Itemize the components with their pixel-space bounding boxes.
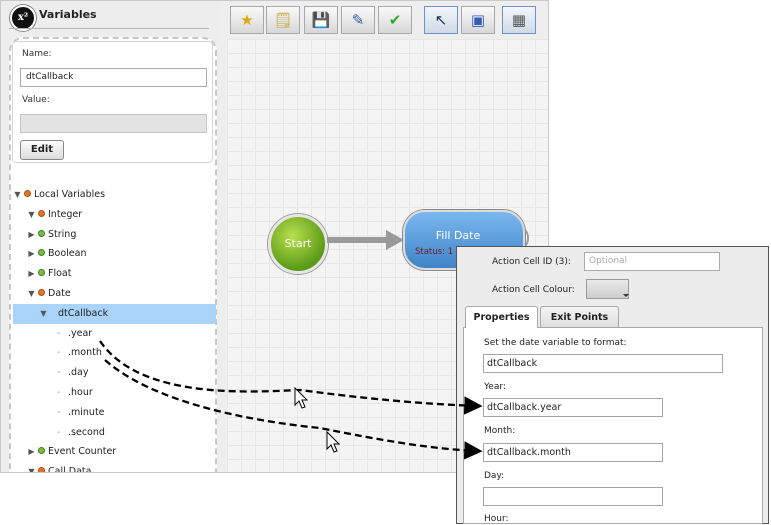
value-input [20,114,207,133]
expand-arrow-icon[interactable]: ▼ [39,304,48,324]
save-button[interactable]: 💾 [304,6,338,34]
tree-item-label: .month [68,347,102,359]
check-button[interactable]: ✔ [378,6,412,34]
tree-item[interactable]: ▶ Event Counter [11,442,216,462]
grid-icon: ▦ [511,11,527,29]
note-button[interactable]: 🗒 [266,6,300,34]
colour-dropdown-icon [623,294,629,297]
tree-item-label: dtCallback [58,307,109,319]
name-input[interactable]: dtCallback [20,68,207,87]
tree-item-label: .second [68,426,105,438]
select-box-icon: ▣ [470,11,486,29]
tree-item[interactable]: ▼ Date [11,284,216,304]
tree-leaf-connector: - [57,386,61,398]
start-node[interactable]: Start [268,214,328,274]
tree-leaf-connector: - [57,406,61,418]
tree-item-label: .hour [68,386,93,398]
tree-item-label: Integer [48,208,83,220]
year-label: Year: [484,382,506,392]
grid-button[interactable]: ▦ [502,6,536,34]
select-box-button[interactable]: ▣ [461,6,495,34]
variable-type-icon [38,288,45,296]
tree-item[interactable]: ▶ Boolean [11,244,216,264]
variable-type-icon [38,269,45,277]
save-icon: 💾 [311,11,331,29]
variable-type-icon [38,467,45,472]
expand-arrow-icon[interactable]: ▼ [13,185,22,205]
variable-type-icon [38,209,45,217]
day-input[interactable] [483,487,663,506]
tree-item-label: Float [48,268,72,280]
check-icon: ✔ [388,11,402,29]
tab-properties[interactable]: Properties [465,306,538,328]
set-date-label: Set the date variable to format: [484,338,627,348]
title-divider [9,28,209,29]
expand-arrow-icon[interactable]: ▼ [27,205,36,225]
action-cell-id-input[interactable]: Optional [584,252,720,271]
variable-type-icon [24,190,31,197]
collapse-arrow-icon[interactable]: ▶ [27,225,36,245]
tab-exit-points[interactable]: Exit Points [540,306,619,327]
tree-leaf-connector: - [57,327,61,339]
value-label: Value: [22,95,50,105]
expand-arrow-icon[interactable]: ▼ [27,284,36,304]
edit-button[interactable]: Edit [20,140,64,160]
connector-arrowhead [386,230,404,250]
tree-item[interactable]: - .second [11,423,216,443]
month-label: Month: [484,426,516,436]
tree-item-label: String [48,228,77,240]
tree-item-label: Call Data [48,466,92,473]
tree-leaf-connector: - [57,367,61,379]
tree-item[interactable]: - .month [11,343,216,363]
tree-item[interactable]: ▼ dtCallback [13,303,216,324]
action-cell-id-label: Action Cell ID (3): [492,257,571,267]
tree-item[interactable]: - .year [11,324,216,344]
fill-date-node-title: Fill Date [435,229,481,242]
star-button[interactable]: ★ [230,6,264,34]
panel-title: Variables [39,8,97,21]
collapse-arrow-icon[interactable]: ▶ [27,264,36,284]
expand-arrow-icon[interactable]: ▼ [27,462,36,472]
name-label: Name: [22,49,52,59]
variables-panel: x² Variables Name: dtCallback Value: Edi… [1,1,219,473]
variable-type-icon [38,229,45,237]
tree-item-label: Date [48,287,71,299]
tree-item-label: .minute [68,406,105,418]
variable-type-icon [38,447,45,455]
variable-type-icon [38,249,45,257]
tree-item-label: Event Counter [48,446,117,458]
edit-icon: ✎ [351,11,365,29]
variables-tree: ▼ Local Variables ▼ Integer ▶ String ▶ Boolean ▶… [11,185,216,473]
tree-item[interactable]: ▼ Call Data [11,462,216,473]
day-label: Day: [484,471,505,481]
star-icon: ★ [240,11,254,29]
month-input[interactable]: dtCallback.month [483,443,663,462]
tree-item-label: Local Variables [34,189,106,200]
collapse-arrow-icon[interactable]: ▶ [27,442,36,462]
tree-item-label: .day [68,367,89,379]
tree-item[interactable]: ▶ Float [11,264,216,284]
tree-item[interactable]: - .hour [11,383,216,403]
fill-date-node-status: Status: 1 [415,247,454,257]
tree-item[interactable]: ▼ Integer [11,205,216,225]
tree-leaf-connector: - [57,426,61,438]
tree-item-label: .year [68,327,93,339]
year-input[interactable]: dtCallback.year [483,398,663,417]
tree-leaf-connector: - [57,347,61,359]
pointer-button[interactable]: ↖ [424,6,458,34]
collapse-arrow-icon[interactable]: ▶ [27,244,36,264]
date-variable-input[interactable]: dtCallback [483,354,723,373]
tree-item-label: Boolean [48,248,87,260]
tree-item[interactable]: ▶ String [11,225,216,245]
tree-item[interactable]: - .minute [11,403,216,423]
tree-item[interactable]: ▼ Local Variables [11,185,216,205]
tree-item[interactable]: - .day [11,363,216,383]
connector-line [327,237,387,243]
edit-button[interactable]: ✎ [341,6,375,34]
hour-label: Hour: [484,514,509,524]
note-icon: 🗒 [273,11,293,29]
pointer-icon: ↖ [434,11,448,29]
action-cell-colour-label: Action Cell Colour: [492,285,575,295]
